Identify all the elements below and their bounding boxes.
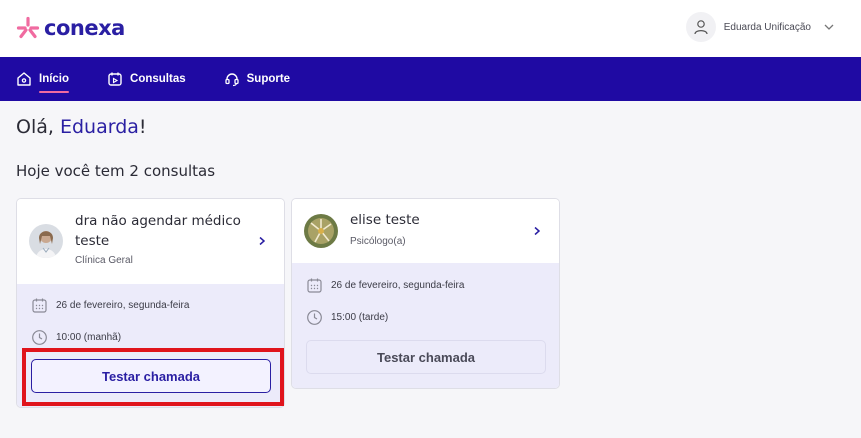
- greeting-name: Eduarda: [59, 116, 139, 138]
- time-row: 15:00 (tarde): [306, 309, 388, 326]
- user-name: Eduarda Unificação: [723, 21, 811, 33]
- doctor-photo-icon: [304, 214, 338, 248]
- consultations-summary: Hoje você tem 2 consultas: [16, 162, 216, 180]
- consultation-details: 26 de fevereiro, segunda-feira 10:00 (ma…: [17, 284, 284, 407]
- nav-label-consultas: Consultas: [130, 73, 186, 85]
- consultation-time: 10:00 (manhã): [56, 332, 122, 343]
- chevron-right-icon[interactable]: [258, 236, 266, 246]
- consultation-card: dra não agendar médico teste Clínica Ger…: [16, 198, 285, 408]
- nav-item-inicio[interactable]: Início: [16, 71, 69, 87]
- consultation-card-header[interactable]: dra não agendar médico teste Clínica Ger…: [17, 199, 284, 284]
- nav-label-suporte: Suporte: [246, 73, 291, 85]
- doctor-name: elise teste: [350, 212, 420, 228]
- consultation-card-header[interactable]: elise teste Psicólogo(a): [292, 199, 559, 263]
- greeting-suffix: !: [138, 116, 147, 138]
- user-icon: [694, 20, 708, 35]
- avatar: [685, 12, 716, 42]
- clock-icon: [32, 330, 47, 345]
- consultation-date: 26 de fevereiro, segunda-feira: [331, 280, 465, 291]
- chevron-down-icon: [824, 24, 834, 30]
- doctor-specialty: Psicólogo(a): [350, 236, 406, 247]
- greeting-prefix: Olá,: [16, 116, 60, 138]
- conexa-logo-icon: [16, 16, 40, 39]
- doctor-name: dra não agendar médico teste: [75, 213, 241, 249]
- doctor-specialty: Clínica Geral: [75, 255, 133, 266]
- doctor-photo-icon: [29, 224, 63, 258]
- brand-name: conexa: [44, 16, 125, 40]
- test-call-button[interactable]: Testar chamada: [306, 340, 546, 374]
- clock-icon: [307, 310, 322, 325]
- user-menu[interactable]: Eduarda Unificação: [685, 12, 835, 42]
- time-row: 10:00 (manhã): [31, 329, 121, 346]
- doctor-avatar: [304, 214, 338, 248]
- chevron-right-icon[interactable]: [533, 226, 541, 236]
- calendar-icon: [307, 278, 322, 293]
- calendar-play-icon: [108, 72, 122, 86]
- consultation-card: elise teste Psicólogo(a) 26 de fevereiro…: [291, 198, 560, 389]
- date-row: 26 de fevereiro, segunda-feira: [306, 277, 464, 294]
- nav-label-inicio: Início: [39, 73, 70, 85]
- nav-item-suporte[interactable]: Suporte: [224, 71, 290, 87]
- brand-logo[interactable]: conexa: [16, 16, 125, 40]
- doctor-avatar: [29, 224, 63, 258]
- main-nav: Início Consultas Suporte: [0, 57, 861, 101]
- page-title: Olá, Eduarda!: [16, 116, 147, 138]
- top-bar: conexa Eduarda Unificação: [0, 0, 861, 57]
- test-call-button[interactable]: Testar chamada: [31, 359, 271, 393]
- consultation-date: 26 de fevereiro, segunda-feira: [56, 300, 190, 311]
- calendar-icon: [32, 298, 47, 313]
- consultation-time: 15:00 (tarde): [331, 312, 389, 323]
- consultation-details: 26 de fevereiro, segunda-feira 15:00 (ta…: [292, 263, 559, 388]
- date-row: 26 de fevereiro, segunda-feira: [31, 297, 189, 314]
- nav-item-consultas[interactable]: Consultas: [107, 71, 186, 87]
- home-icon: [17, 72, 31, 86]
- headset-icon: [224, 73, 239, 87]
